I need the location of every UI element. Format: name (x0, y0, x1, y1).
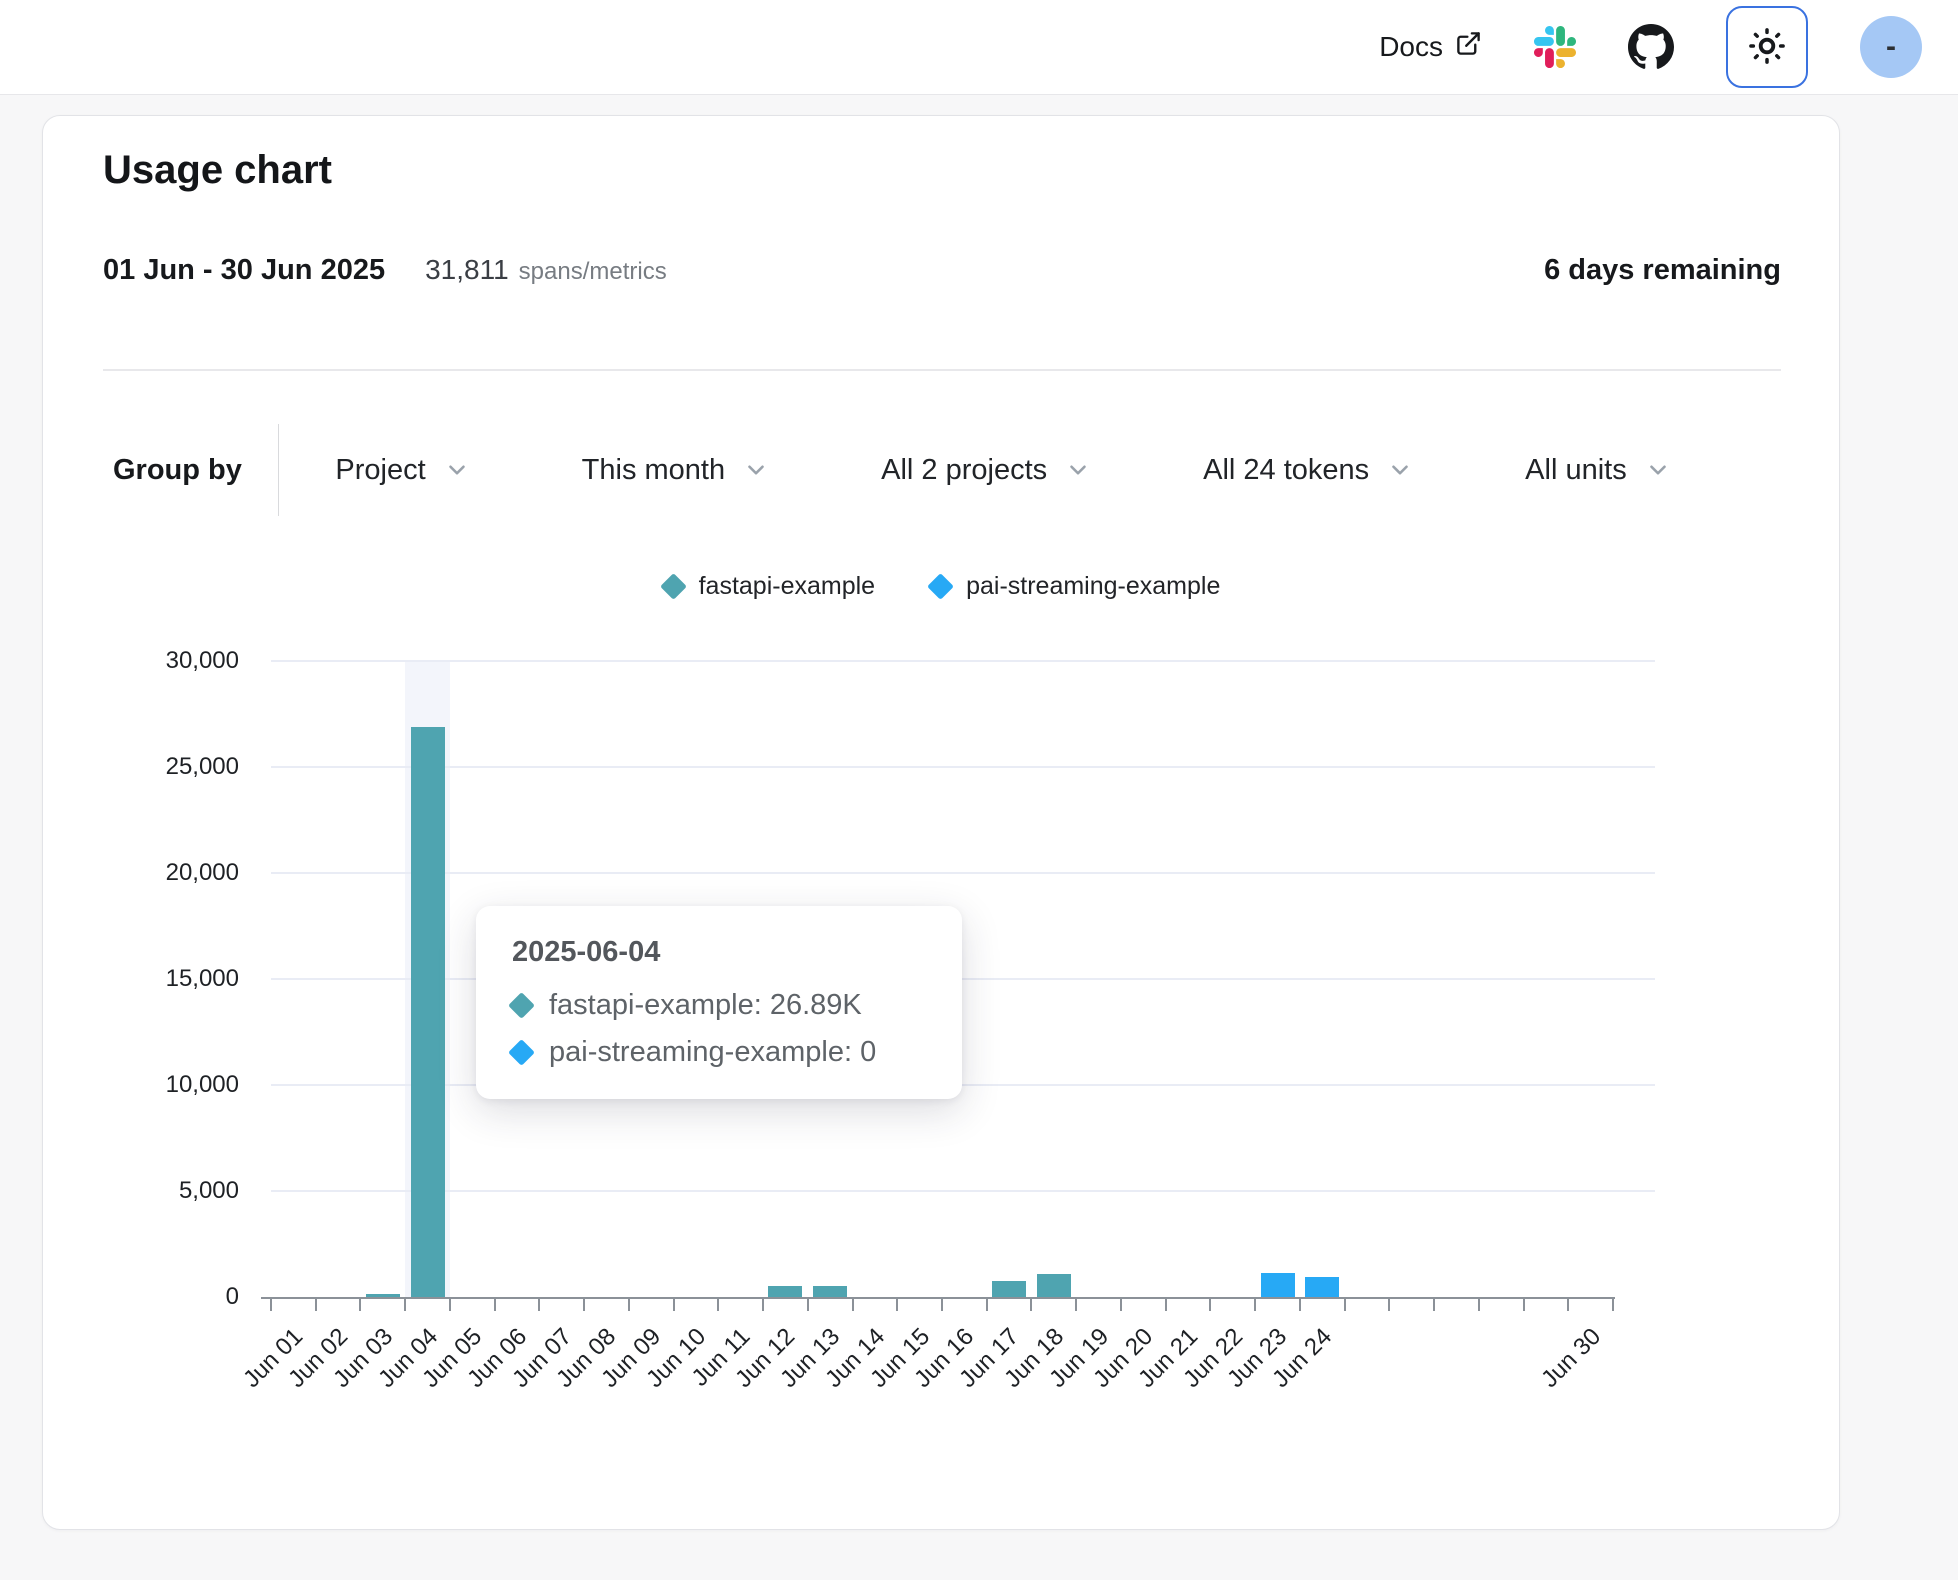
y-axis-label: 30,000 (166, 647, 239, 675)
axis-tick (1433, 1297, 1435, 1311)
tooltip-diamond-icon (508, 1039, 535, 1066)
axis-tick (807, 1297, 809, 1311)
bar-fastapi-example-jun-13[interactable] (813, 1286, 847, 1297)
axis-tick (896, 1297, 898, 1311)
axis-tick (270, 1297, 272, 1311)
axis-tick (449, 1297, 451, 1311)
axis-tick (673, 1297, 675, 1311)
docs-link[interactable]: Docs (1379, 30, 1482, 64)
gridline (271, 660, 1655, 662)
gridline (271, 1190, 1655, 1192)
bar-fastapi-example-jun-12[interactable] (768, 1286, 802, 1297)
axis-tick (1299, 1297, 1301, 1311)
axis-tick (1209, 1297, 1211, 1311)
axis-tick (1567, 1297, 1569, 1311)
axis-tick (315, 1297, 317, 1311)
axis-tick (1523, 1297, 1525, 1311)
theme-toggle-button[interactable] (1726, 6, 1808, 88)
bar-pai-streaming-example-jun-24[interactable] (1305, 1277, 1339, 1297)
gridline (271, 766, 1655, 768)
y-axis-label: 20,000 (166, 859, 239, 887)
x-axis-line (261, 1297, 1615, 1299)
gridline (271, 872, 1655, 874)
axis-tick (1075, 1297, 1077, 1311)
axis-tick (852, 1297, 854, 1311)
axis-tick (494, 1297, 496, 1311)
axis-tick (628, 1297, 630, 1311)
axis-tick (1478, 1297, 1480, 1311)
x-axis-label: Jun 30 (1536, 1323, 1607, 1394)
axis-tick (1030, 1297, 1032, 1311)
axis-tick (762, 1297, 764, 1311)
sun-icon (1746, 25, 1788, 70)
y-axis-label: 0 (226, 1283, 239, 1311)
usage-bar-chart: 0 5,000 10,000 15,000 20,000 25,000 30,000 Jun … (43, 116, 1839, 1529)
y-axis-label: 10,000 (166, 1071, 239, 1099)
axis-tick (583, 1297, 585, 1311)
bar-fastapi-example-jun-17[interactable] (992, 1281, 1026, 1297)
y-axis-label: 25,000 (166, 753, 239, 781)
axis-tick (717, 1297, 719, 1311)
axis-tick (941, 1297, 943, 1311)
y-axis-label: 5,000 (179, 1177, 239, 1205)
axis-tick (1120, 1297, 1122, 1311)
external-link-icon (1455, 30, 1482, 64)
y-axis-label: 15,000 (166, 965, 239, 993)
tooltip-row: fastapi-example: 26.89K (512, 989, 926, 1022)
axis-tick (1388, 1297, 1390, 1311)
tooltip-row-text: fastapi-example: 26.89K (549, 989, 862, 1022)
bar-pai-streaming-example-jun-23[interactable] (1261, 1273, 1295, 1297)
axis-tick (538, 1297, 540, 1311)
axis-tick (1612, 1297, 1614, 1311)
bar-fastapi-example-jun-18[interactable] (1037, 1274, 1071, 1297)
tooltip-diamond-icon (508, 992, 535, 1019)
github-icon[interactable] (1628, 24, 1674, 70)
tooltip-row: pai-streaming-example: 0 (512, 1036, 926, 1069)
avatar-label: - (1886, 30, 1896, 64)
axis-tick (986, 1297, 988, 1311)
axis-tick (1254, 1297, 1256, 1311)
tooltip-row-text: pai-streaming-example: 0 (549, 1036, 876, 1069)
top-bar: Docs - (0, 0, 1958, 95)
slack-icon[interactable] (1534, 26, 1576, 68)
tooltip-date: 2025-06-04 (512, 936, 926, 969)
axis-tick (1165, 1297, 1167, 1311)
axis-tick (404, 1297, 406, 1311)
axis-tick (359, 1297, 361, 1311)
usage-card: Usage chart 01 Jun - 30 Jun 2025 31,811 … (42, 115, 1840, 1530)
chart-tooltip: 2025-06-04 fastapi-example: 26.89K pai-s… (476, 906, 962, 1099)
docs-link-label: Docs (1379, 31, 1443, 63)
bar-fastapi-example-jun-04[interactable] (411, 727, 445, 1297)
avatar[interactable]: - (1860, 16, 1922, 78)
axis-tick (1344, 1297, 1346, 1311)
